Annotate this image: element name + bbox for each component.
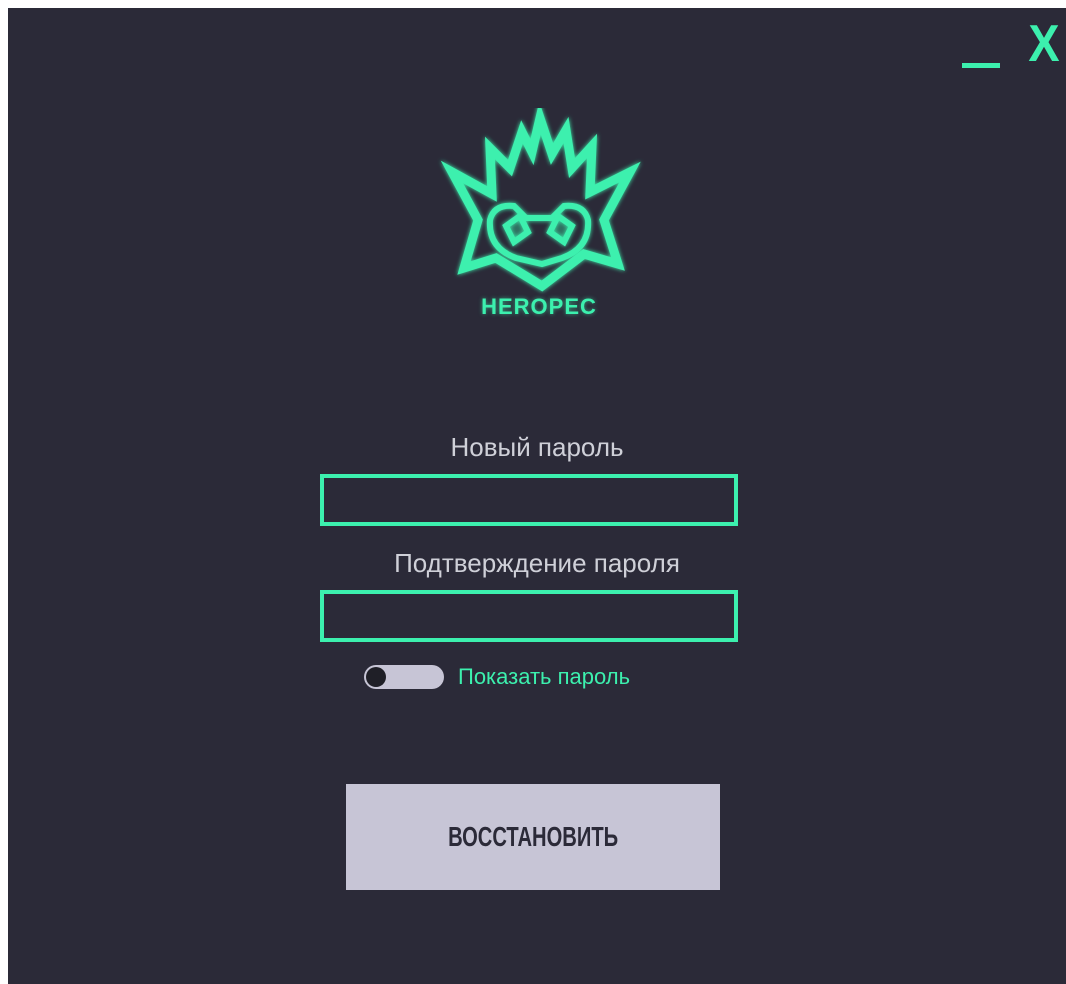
- show-password-label[interactable]: Показать пароль: [458, 664, 630, 690]
- restore-button[interactable]: ВОССТАНОВИТЬ: [346, 784, 720, 890]
- app-window: X HEROPEC Новый пароль Подтверждение пар…: [8, 8, 1066, 984]
- dragon-head-logo-icon: [440, 108, 641, 292]
- confirm-password-input[interactable]: [320, 590, 738, 642]
- show-password-toggle[interactable]: [364, 665, 444, 689]
- restore-button-label: ВОССТАНОВИТЬ: [447, 821, 619, 852]
- minimize-icon: [962, 63, 1000, 68]
- confirm-password-label: Подтверждение пароля: [394, 548, 680, 578]
- minimize-button[interactable]: [960, 24, 1002, 68]
- logo-text: HEROPEC: [481, 294, 597, 319]
- close-button[interactable]: X: [1024, 16, 1064, 72]
- new-password-input[interactable]: [320, 474, 738, 526]
- heropec-logo: HEROPEC: [434, 108, 644, 340]
- toggle-knob: [366, 667, 386, 687]
- new-password-label: Новый пароль: [450, 432, 624, 462]
